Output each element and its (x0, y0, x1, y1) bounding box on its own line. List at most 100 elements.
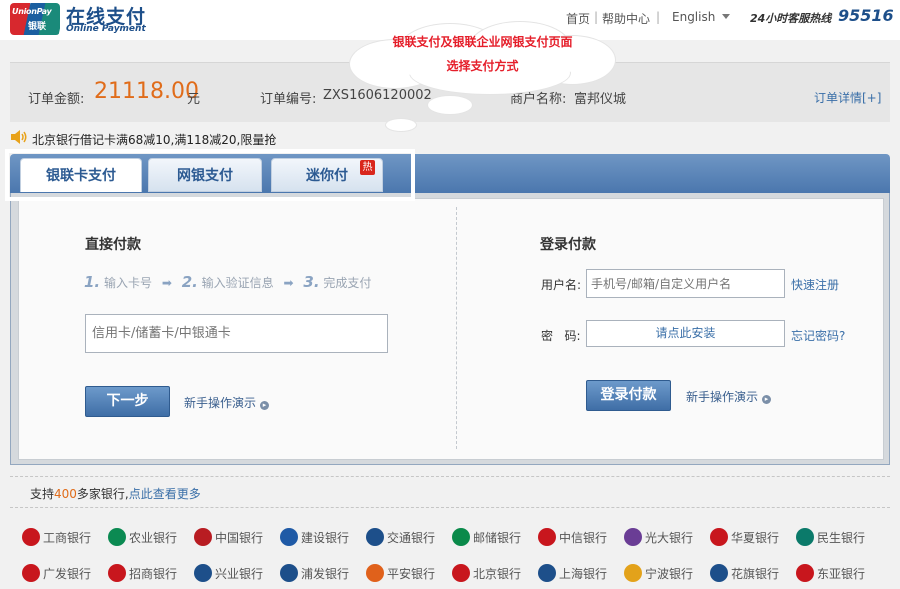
chevron-down-icon[interactable] (722, 14, 730, 19)
bank-name: 宁波银行 (645, 567, 694, 581)
bank-emblem-icon (452, 564, 470, 582)
bank-logo[interactable]: 农业银行 (108, 528, 177, 548)
bank-emblem-icon (710, 564, 728, 582)
step-number: 2. (181, 273, 198, 291)
annotation-text: 银联支付及银联企业网银支付页面 选择支付方式 (350, 30, 615, 78)
bank-emblem-icon (710, 528, 728, 546)
order-detail-link[interactable]: 订单详情[+] (814, 89, 881, 106)
annotation-puff (386, 119, 416, 131)
bank-name: 建设银行 (301, 531, 350, 545)
logo-text-top: UnionPay (12, 7, 52, 16)
bank-emblem-icon (366, 564, 384, 582)
language-select[interactable]: English (672, 10, 715, 24)
bank-logo[interactable]: 中国银行 (194, 528, 263, 548)
tabs-highlight-frame (5, 149, 415, 201)
speaker-icon (11, 130, 27, 144)
password-label: 密 码: (541, 329, 581, 343)
install-control-link[interactable]: 请点此安装 (586, 320, 785, 347)
bank-logo[interactable]: 光大银行 (624, 528, 693, 548)
bank-emblem-icon (280, 564, 298, 582)
annotation-puff (428, 96, 472, 114)
demo-link-label: 新手操作演示 (686, 390, 759, 404)
play-icon: ▸ (762, 395, 772, 404)
promo-text[interactable]: 北京银行借记卡满68减10,满118减20,限量抢 (32, 131, 276, 148)
bank-count: 400 (54, 487, 77, 501)
bank-emblem-icon (108, 528, 126, 546)
annotation-line-1: 银联支付及银联企业网银支付页面 (392, 35, 573, 49)
bank-name: 广发银行 (43, 567, 92, 581)
bank-name: 华夏银行 (731, 531, 780, 545)
bank-emblem-icon (624, 528, 642, 546)
login-pay-button[interactable]: 登录付款 (586, 380, 671, 411)
bank-name: 东亚银行 (817, 567, 866, 581)
bank-logo[interactable]: 东亚银行 (796, 564, 865, 584)
demo-link-login[interactable]: 新手操作演示 ▸ (686, 388, 772, 405)
view-more-banks-link[interactable]: 点此查看更多 (129, 487, 201, 501)
amount-value: 21118.00 (94, 79, 199, 104)
bank-emblem-icon (796, 564, 814, 582)
step-label: 输入卡号 (103, 276, 152, 290)
bank-logo[interactable]: 兴业银行 (194, 564, 263, 584)
bank-name: 邮储银行 (473, 531, 522, 545)
bank-name: 招商银行 (129, 567, 178, 581)
step-label: 输入验证信息 (201, 276, 274, 290)
bank-logo[interactable]: 招商银行 (108, 564, 177, 584)
bank-support-suffix: 多家银行, (76, 487, 129, 501)
step-number: 1. (84, 273, 101, 291)
play-icon: ▸ (260, 401, 270, 410)
bank-logo[interactable]: 平安银行 (366, 564, 435, 584)
next-step-button[interactable]: 下一步 (85, 386, 170, 417)
bank-emblem-icon (194, 528, 212, 546)
forgot-password-link[interactable]: 忘记密码? (791, 327, 845, 344)
bank-name: 上海银行 (559, 567, 608, 581)
bank-emblem-icon (538, 564, 556, 582)
bank-logo-grid: 工商银行 农业银行 中国银行 建设银行 交通银行 邮储银行 中信银行 光大银行 华夏银行 民生银行… (22, 526, 892, 586)
login-pay-title: 登录付款 (540, 237, 596, 253)
order-no-label: 订单编号: (260, 92, 317, 107)
card-number-input[interactable] (85, 314, 388, 353)
bank-emblem-icon (796, 528, 814, 546)
bank-logo[interactable]: 邮储银行 (452, 528, 521, 548)
bank-emblem-icon (452, 528, 470, 546)
bank-name: 北京银行 (473, 567, 522, 581)
step-number: 3. (303, 273, 320, 291)
bank-support-text: 支持400多家银行,点此查看更多 (30, 485, 201, 502)
bank-logo[interactable]: 广发银行 (22, 564, 91, 584)
bank-logo[interactable]: 工商银行 (22, 528, 91, 548)
bank-emblem-icon (366, 528, 384, 546)
bank-emblem-icon (624, 564, 642, 582)
bank-emblem-icon (22, 528, 40, 546)
bank-name: 平安银行 (387, 567, 436, 581)
bank-support-prefix: 支持 (30, 487, 55, 501)
bank-logo[interactable]: 北京银行 (452, 564, 521, 584)
bank-emblem-icon (538, 528, 556, 546)
bank-name: 交通银行 (387, 531, 436, 545)
arrow-right-icon: ➡ (283, 276, 294, 290)
site-subtitle: Online Payment (66, 24, 146, 34)
bank-name: 农业银行 (129, 531, 178, 545)
bank-emblem-icon (22, 564, 40, 582)
bank-name: 中信银行 (559, 531, 608, 545)
bank-logo[interactable]: 建设银行 (280, 528, 349, 548)
bank-logo[interactable]: 宁波银行 (624, 564, 693, 584)
username-input[interactable] (586, 269, 785, 298)
bank-emblem-icon (108, 564, 126, 582)
register-link[interactable]: 快速注册 (791, 276, 839, 293)
amount-label: 订单金额: (28, 92, 85, 107)
pay-steps: 1. 输入卡号 ➡ 2. 输入验证信息 ➡ 3. 完成支付 (84, 273, 371, 291)
direct-pay-title: 直接付款 (85, 237, 141, 253)
bank-logo[interactable]: 中信银行 (538, 528, 607, 548)
bank-name: 花旗银行 (731, 567, 780, 581)
bank-logo[interactable]: 上海银行 (538, 564, 607, 584)
unionpay-logo: UnionPay 银联 (10, 3, 60, 35)
bank-logo[interactable]: 交通银行 (366, 528, 435, 548)
bank-name: 兴业银行 (215, 567, 264, 581)
arrow-right-icon: ➡ (161, 276, 172, 290)
bank-logo[interactable]: 浦发银行 (280, 564, 349, 584)
bank-logo[interactable]: 花旗银行 (710, 564, 779, 584)
demo-link-direct[interactable]: 新手操作演示 ▸ (184, 394, 270, 411)
annotation-line-2: 选择支付方式 (446, 59, 519, 73)
bank-name: 民生银行 (817, 531, 866, 545)
bank-logo[interactable]: 华夏银行 (710, 528, 779, 548)
bank-logo[interactable]: 民生银行 (796, 528, 865, 548)
